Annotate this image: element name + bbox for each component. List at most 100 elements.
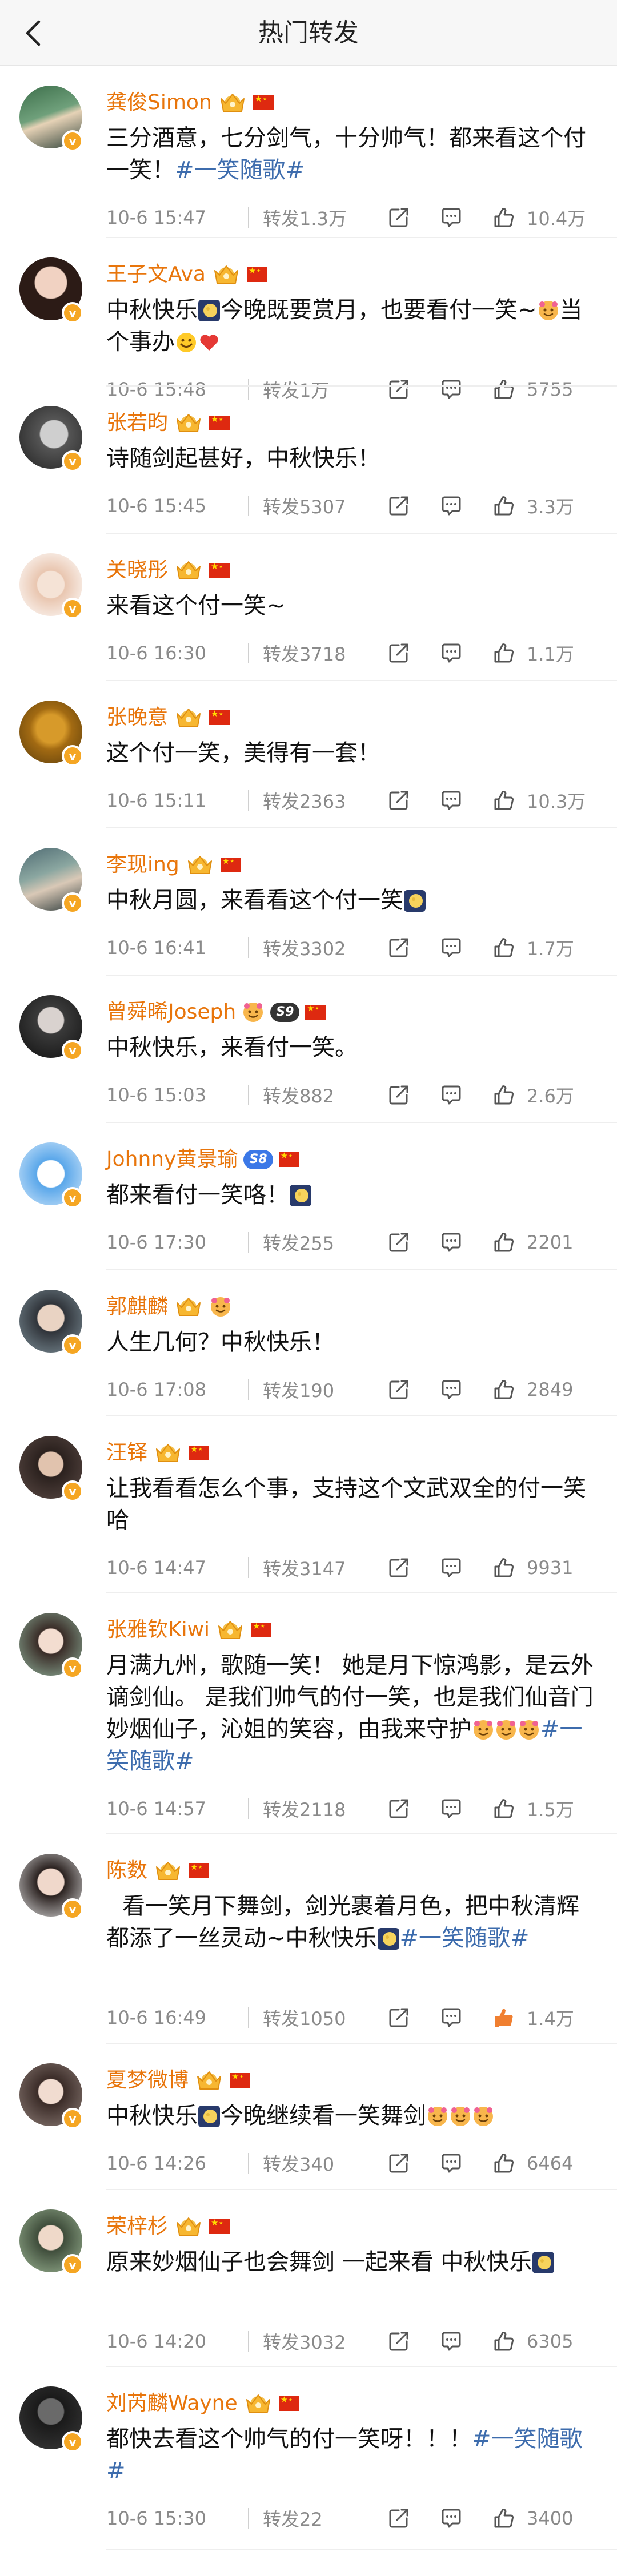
comment-button[interactable] bbox=[435, 1553, 467, 1582]
name-row: 荣梓杉 bbox=[106, 2212, 230, 2241]
comment-button[interactable] bbox=[435, 203, 467, 232]
share-button[interactable] bbox=[383, 933, 415, 962]
post-text: 今晚继续看一笑舞剑 bbox=[221, 2103, 426, 2129]
post-content: 人生几何？中秋快乐！ bbox=[106, 1326, 594, 1358]
moon-emoji-icon bbox=[198, 299, 221, 322]
comment-icon bbox=[440, 2152, 463, 2175]
share-button[interactable] bbox=[383, 1375, 415, 1404]
comment-button[interactable] bbox=[435, 2504, 467, 2533]
hashtag-link[interactable]: #一笑随歌# bbox=[175, 157, 305, 183]
comment-button[interactable] bbox=[435, 1228, 467, 1257]
repost-item: v 荣梓杉原来妙烟仙子也会舞剑 一起来看 中秋快乐 10-6 14:20 转发3032… bbox=[0, 2190, 617, 2367]
like-count: 6305 bbox=[527, 2331, 574, 2352]
comment-button[interactable] bbox=[435, 1794, 467, 1823]
share-button[interactable] bbox=[383, 639, 415, 667]
share-button[interactable] bbox=[383, 2504, 415, 2533]
like-button[interactable] bbox=[488, 2504, 520, 2533]
comment-button[interactable] bbox=[435, 492, 467, 520]
repost-item: v 汪铎让我看看怎么个事，支持这个文武双全的付一笑哈 10-6 14:47 转发314… bbox=[0, 1416, 617, 1593]
share-button[interactable] bbox=[383, 203, 415, 232]
like-count: 9931 bbox=[527, 1557, 574, 1579]
comment-icon bbox=[440, 494, 463, 517]
like-button[interactable] bbox=[488, 1375, 520, 1404]
username[interactable]: 曾舜晞Joseph bbox=[106, 999, 236, 1026]
timestamp: 10-6 15:47 bbox=[106, 207, 207, 228]
share-icon bbox=[387, 1797, 410, 1820]
like-button[interactable] bbox=[488, 2003, 520, 2032]
like-button[interactable] bbox=[488, 203, 520, 232]
china-flag-icon bbox=[305, 1003, 326, 1020]
username[interactable]: 汪铎 bbox=[106, 1439, 147, 1467]
comment-button[interactable] bbox=[435, 933, 467, 962]
share-button[interactable] bbox=[383, 1794, 415, 1823]
share-button[interactable] bbox=[383, 2003, 415, 2032]
username[interactable]: 张若昀 bbox=[106, 409, 168, 437]
name-row: 李现ing bbox=[106, 850, 241, 880]
smiling-face-emoji-icon bbox=[495, 1718, 518, 1741]
like-button[interactable] bbox=[488, 1794, 520, 1823]
crown-level-icon bbox=[174, 558, 203, 582]
post-text: 人生几何？中秋快乐！ bbox=[106, 1329, 335, 1355]
post-content: 中秋月圆，来看看这个付一笑 bbox=[106, 884, 594, 916]
repost-item: v 曾舜晞Joseph S9 中秋快乐，来看付一笑。 10-6 15:03 转发882 2.… bbox=[0, 976, 617, 1123]
like-button[interactable] bbox=[488, 492, 520, 520]
repost-count: 转发22 bbox=[263, 2509, 323, 2530]
like-count: 1.7万 bbox=[527, 938, 574, 960]
comment-button[interactable] bbox=[435, 2003, 467, 2032]
comment-button[interactable] bbox=[435, 2327, 467, 2356]
username[interactable]: 关晓彤 bbox=[106, 557, 168, 584]
moon-emoji-icon bbox=[198, 2105, 221, 2128]
top-bar: 热门转发 bbox=[0, 0, 617, 66]
post-content: 三分酒意，七分剑气，十分帅气！都来看这个付一笑！#一笑随歌# bbox=[106, 122, 594, 186]
repost-item: v 张晚意这个付一笑，美得有一套！ 10-6 15:11 转发2363 10.3万 bbox=[0, 681, 617, 828]
verified-v-icon: v bbox=[62, 892, 83, 914]
username[interactable]: 张雅钦Kiwi bbox=[106, 1616, 210, 1644]
share-button[interactable] bbox=[383, 786, 415, 815]
username[interactable]: 陈数 bbox=[106, 1857, 147, 1885]
like-count: 2201 bbox=[527, 1231, 574, 1253]
crown-level-icon bbox=[218, 91, 247, 115]
post-text: 中秋快乐 bbox=[106, 2103, 198, 2129]
username[interactable]: 夏梦微博 bbox=[106, 2067, 189, 2094]
like-button[interactable] bbox=[488, 1228, 520, 1257]
verified-v-icon: v bbox=[62, 2108, 83, 2130]
comment-button[interactable] bbox=[435, 2149, 467, 2177]
like-button[interactable] bbox=[488, 933, 520, 962]
username[interactable]: 李现ing bbox=[106, 851, 179, 879]
repost-count: 转发3718 bbox=[263, 643, 346, 665]
post-meta: 10-6 17:30 转发255 2201 bbox=[106, 1228, 603, 1257]
like-button[interactable] bbox=[488, 639, 520, 667]
post-content: 原来妙烟仙子也会舞剑 一起来看 中秋快乐 bbox=[106, 2246, 594, 2278]
like-button[interactable] bbox=[488, 2149, 520, 2177]
username[interactable]: 刘芮麟Wayne bbox=[106, 2390, 238, 2417]
username[interactable]: 龚俊Simon bbox=[106, 89, 212, 116]
post-text: 今晚既要赏月，也要看付一笑~ bbox=[221, 297, 537, 323]
username[interactable]: Johnny黄景瑜 bbox=[106, 1146, 238, 1173]
hashtag-link[interactable]: #一笑随歌# bbox=[400, 1925, 530, 1951]
post-meta: 10-6 14:26 转发340 6464 bbox=[106, 2149, 603, 2177]
username[interactable]: 王子文Ava bbox=[106, 261, 206, 288]
share-button[interactable] bbox=[383, 492, 415, 520]
membership-badge: S8 bbox=[243, 1150, 273, 1169]
username[interactable]: 张晚意 bbox=[106, 704, 168, 731]
like-button[interactable] bbox=[488, 2327, 520, 2356]
like-button[interactable] bbox=[488, 786, 520, 815]
share-button[interactable] bbox=[383, 1081, 415, 1109]
share-icon bbox=[387, 206, 410, 229]
comment-button[interactable] bbox=[435, 1375, 467, 1404]
share-button[interactable] bbox=[383, 1553, 415, 1582]
verified-v-icon: v bbox=[62, 1657, 83, 1679]
share-button[interactable] bbox=[383, 1228, 415, 1257]
share-button[interactable] bbox=[383, 2327, 415, 2356]
post-meta: 10-6 16:49 转发1050 1.4万 bbox=[106, 2003, 603, 2032]
username[interactable]: 郭麒麟 bbox=[106, 1293, 168, 1321]
comment-button[interactable] bbox=[435, 639, 467, 667]
share-button[interactable] bbox=[383, 2149, 415, 2177]
verified-v-icon: v bbox=[62, 130, 83, 152]
share-icon bbox=[387, 1231, 410, 1254]
comment-button[interactable] bbox=[435, 786, 467, 815]
like-button[interactable] bbox=[488, 1081, 520, 1109]
like-button[interactable] bbox=[488, 1553, 520, 1582]
comment-button[interactable] bbox=[435, 1081, 467, 1109]
username[interactable]: 荣梓杉 bbox=[106, 2213, 168, 2240]
